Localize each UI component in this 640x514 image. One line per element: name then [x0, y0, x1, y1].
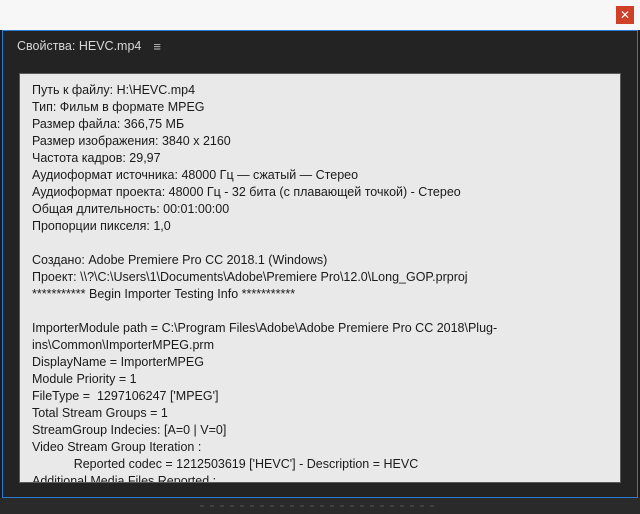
panel-title: Свойства: HEVC.mp4: [17, 39, 141, 53]
close-button[interactable]: ✕: [616, 6, 634, 24]
property-line: FileType = 1297106247 ['MPEG']: [32, 388, 608, 405]
property-line: Аудиоформат проекта: 48000 Гц - 32 бита …: [32, 184, 608, 201]
property-line: Частота кадров: 29,97: [32, 150, 608, 167]
properties-box: Путь к файлу: H:\HEVC.mp4Тип: Фильм в фо…: [19, 73, 621, 483]
property-line: Reported codec = 1212503619 ['HEVC'] - D…: [32, 456, 608, 473]
property-line: Тип: Фильм в формате MPEG: [32, 99, 608, 116]
property-line: Total Stream Groups = 1: [32, 405, 608, 422]
property-line: StreamGroup Indecies: [A=0 | V=0]: [32, 422, 608, 439]
property-line: Проект: \\?\C:\Users\1\Documents\Adobe\P…: [32, 269, 608, 286]
property-line: [32, 303, 608, 320]
panel-header: Свойства: HEVC.mp4 ≡: [3, 31, 637, 61]
property-line: Путь к файлу: H:\HEVC.mp4: [32, 82, 608, 99]
property-line: Module Priority = 1: [32, 371, 608, 388]
property-line: Размер изображения: 3840 x 2160: [32, 133, 608, 150]
property-line: *********** Begin Importer Testing Info …: [32, 286, 608, 303]
footer-strip: [0, 498, 640, 514]
property-line: Аудиоформат источника: 48000 Гц — сжатый…: [32, 167, 608, 184]
property-line: ImporterModule path = C:\Program Files\A…: [32, 320, 608, 354]
property-line: Создано: Adobe Premiere Pro CC 2018.1 (W…: [32, 252, 608, 269]
property-line: Additional Media Files Reported :: [32, 473, 608, 482]
property-line: Video Stream Group Iteration :: [32, 439, 608, 456]
panel-menu-icon[interactable]: ≡: [153, 39, 161, 54]
properties-text[interactable]: Путь к файлу: H:\HEVC.mp4Тип: Фильм в фо…: [20, 74, 620, 482]
property-line: Размер файла: 366,75 МБ: [32, 116, 608, 133]
property-line: Пропорции пикселя: 1,0: [32, 218, 608, 235]
property-line: Общая длительность: 00:01:00:00: [32, 201, 608, 218]
property-line: DisplayName = ImporterMPEG: [32, 354, 608, 371]
app-top-bar: ✕: [0, 0, 640, 30]
properties-panel: Свойства: HEVC.mp4 ≡ Путь к файлу: H:\HE…: [2, 30, 638, 498]
property-line: [32, 235, 608, 252]
